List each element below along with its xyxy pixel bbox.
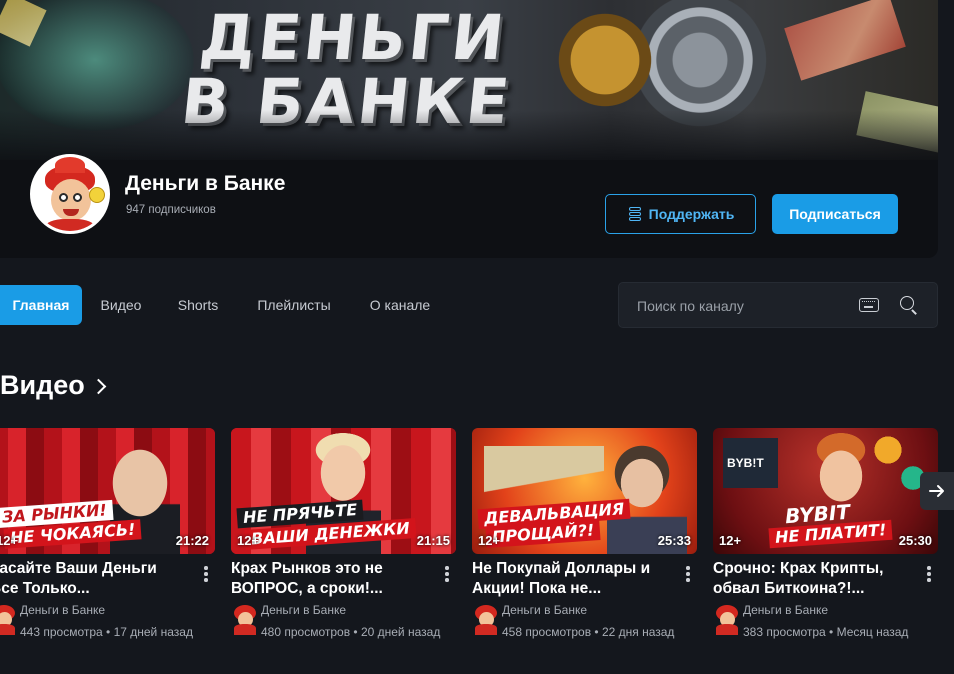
video-card[interactable]: ЗА РЫНКИ! НЕ ЧОКАЯСЬ! 12+ 21:22 пасайте …: [0, 428, 215, 639]
video-thumbnail[interactable]: НЕ ПРЯЧЬТЕ ВАШИ ДЕНЕЖКИ 12+ 21:15: [231, 428, 456, 554]
tab-about[interactable]: О канале: [360, 285, 440, 325]
more-options-icon[interactable]: [686, 566, 690, 582]
age-rating-badge: 12+: [237, 533, 260, 548]
video-meta: 458 просмотров • 22 дня назад: [502, 625, 675, 639]
video-channel-name[interactable]: Деньги в Банке: [20, 603, 105, 617]
channel-search: [618, 282, 938, 329]
video-meta: 443 просмотра • 17 дней назад: [20, 625, 193, 639]
search-icon[interactable]: [900, 296, 918, 314]
age-rating-badge: 12+: [0, 533, 19, 548]
video-channel-name[interactable]: Деньги в Банке: [743, 603, 828, 617]
tab-home[interactable]: Главная: [0, 285, 82, 325]
video-thumbnail[interactable]: ДЕВАЛЬВАЦИЯ ПРОЩАЙ?! 12+ 25:33: [472, 428, 697, 554]
subscribe-button-label: Подписаться: [789, 206, 881, 222]
bybit-logo: BYB!T: [727, 456, 764, 470]
support-button-label: Поддержать: [648, 206, 735, 222]
video-card[interactable]: BYB!T BYBIT НЕ ПЛАТИТ! 12+ 25:30 Срочно:…: [713, 428, 938, 639]
videos-section-title[interactable]: Видео: [0, 370, 107, 401]
keyboard-icon[interactable]: [859, 298, 879, 312]
video-card[interactable]: ДЕВАЛЬВАЦИЯ ПРОЩАЙ?! 12+ 25:33 Не Покупа…: [472, 428, 697, 639]
arrow-right-icon: [929, 485, 944, 497]
video-title[interactable]: Крах Рынков это не ВОПРОС, а сроки!...: [231, 559, 427, 599]
chevron-right-icon: [90, 378, 107, 395]
video-duration: 21:15: [416, 533, 450, 548]
support-button[interactable]: Поддержать: [605, 194, 756, 234]
video-thumbnail[interactable]: BYB!T BYBIT НЕ ПЛАТИТ! 12+ 25:30: [713, 428, 938, 554]
tab-playlists[interactable]: Плейлисты: [246, 285, 342, 325]
channel-avatar-small[interactable]: [713, 603, 741, 635]
coins-icon: [627, 206, 643, 222]
video-title[interactable]: пасайте Ваши Деньги Все Только...: [0, 559, 186, 599]
channel-avatar[interactable]: [30, 154, 110, 234]
banner-fade: [0, 110, 938, 180]
age-rating-badge: 12+: [719, 533, 742, 548]
channel-name: Деньги в Банке: [125, 172, 286, 195]
subscribe-button[interactable]: Подписаться: [772, 194, 898, 234]
tab-shorts[interactable]: Shorts: [168, 285, 228, 325]
video-channel-name[interactable]: Деньги в Банке: [261, 603, 346, 617]
more-options-icon[interactable]: [204, 566, 208, 582]
video-meta: 383 просмотра • Месяц назад: [743, 625, 909, 639]
section-title-label: Видео: [0, 370, 85, 400]
channel-avatar-small[interactable]: [0, 603, 18, 635]
video-duration: 25:30: [898, 533, 932, 548]
video-thumbnail[interactable]: ЗА РЫНКИ! НЕ ЧОКАЯСЬ! 12+ 21:22: [0, 428, 215, 554]
tab-videos[interactable]: Видео: [92, 285, 150, 325]
age-rating-badge: 12+: [478, 533, 501, 548]
video-title[interactable]: Не Покупай Доллары и Акции! Пока не...: [472, 559, 668, 599]
channel-avatar-small[interactable]: [231, 603, 259, 635]
more-options-icon[interactable]: [927, 566, 931, 582]
more-options-icon[interactable]: [445, 566, 449, 582]
channel-avatar-small[interactable]: [472, 603, 500, 635]
search-input[interactable]: [635, 283, 849, 329]
video-duration: 21:22: [175, 533, 209, 548]
carousel-next-button[interactable]: [920, 472, 954, 510]
video-meta: 480 просмотров • 20 дней назад: [261, 625, 441, 639]
subscriber-count: 947 подписчиков: [126, 204, 216, 216]
video-duration: 25:33: [657, 533, 691, 548]
video-channel-name[interactable]: Деньги в Банке: [502, 603, 587, 617]
video-card[interactable]: НЕ ПРЯЧЬТЕ ВАШИ ДЕНЕЖКИ 12+ 21:15 Крах Р…: [231, 428, 456, 639]
banner-title-line1: ДЕНЬГИ: [196, 1, 511, 74]
video-title[interactable]: Срочно: Крах Крипты, обвал Биткоина?!...: [713, 559, 909, 599]
